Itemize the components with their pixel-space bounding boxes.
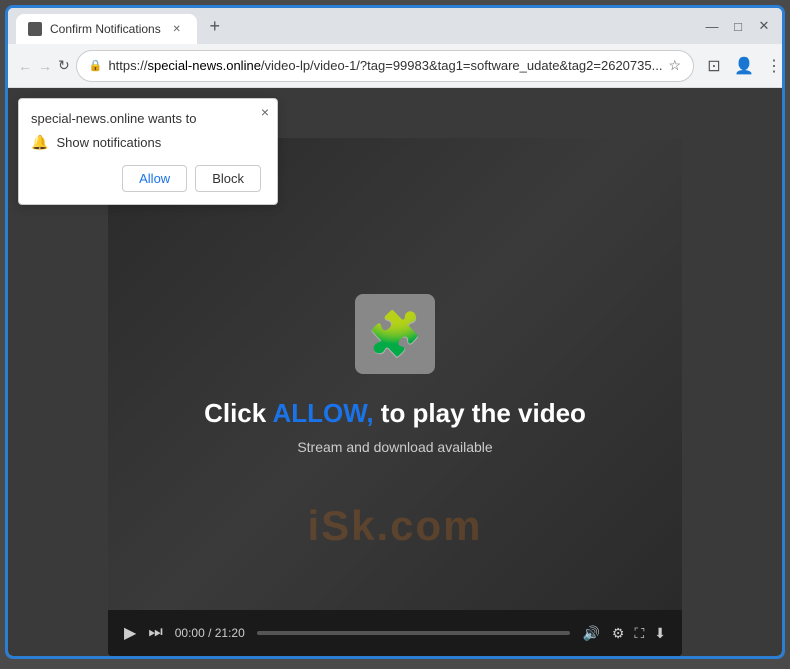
url-bar[interactable]: 🔒 https://special-news.online/video-lp/v… xyxy=(76,50,694,82)
url-domain: special-news.online xyxy=(147,58,260,73)
lock-icon: 🔒 xyxy=(89,59,103,72)
volume-button[interactable]: 🔊 xyxy=(582,625,599,642)
allow-button[interactable]: Allow xyxy=(122,165,187,192)
settings-button[interactable]: ⚙ xyxy=(612,625,625,642)
fullscreen-button[interactable]: ⛶ xyxy=(634,625,644,642)
puzzle-icon: 🧩 xyxy=(368,308,423,360)
video-watermark: iSk.com xyxy=(108,502,682,550)
close-window-button[interactable]: ✕ xyxy=(754,16,774,36)
new-tab-button[interactable]: + xyxy=(201,12,229,40)
notification-popup: × special-news.online wants to 🔔 Show no… xyxy=(18,98,278,205)
browser-window: Confirm Notifications ✕ + — □ ✕ ← → ↻ 🔒 … xyxy=(5,5,785,659)
minimize-button[interactable]: — xyxy=(702,16,722,36)
video-controls: ▶ ⏭ 00:00 / 21:20 🔊 ⚙ ⛶ ⬇ xyxy=(108,610,682,656)
url-protocol: https:// xyxy=(108,58,147,73)
maximize-button[interactable]: □ xyxy=(728,16,748,36)
video-subtitle: Stream and download available xyxy=(297,439,492,455)
video-main: iSk.com 🧩 Click ALLOW, to play the video… xyxy=(108,138,682,610)
back-button[interactable]: ← xyxy=(18,52,32,80)
menu-button[interactable]: ⋮ xyxy=(760,52,785,80)
account-button[interactable]: 👤 xyxy=(730,52,758,80)
headline-prefix: Click xyxy=(204,398,272,428)
popup-buttons: Allow Block xyxy=(31,165,261,192)
video-headline: Click ALLOW, to play the video xyxy=(204,398,586,429)
page-content: iSk.com × special-news.online wants to 🔔… xyxy=(8,88,782,656)
reload-button[interactable]: ↻ xyxy=(58,52,70,80)
title-bar: Confirm Notifications ✕ + — □ ✕ xyxy=(8,8,782,44)
progress-bar[interactable] xyxy=(257,631,571,635)
popup-title: special-news.online wants to xyxy=(31,111,261,126)
block-button[interactable]: Block xyxy=(195,165,261,192)
url-text: https://special-news.online/video-lp/vid… xyxy=(108,58,662,73)
url-path: /video-lp/video-1/?tag=99983&tag1=softwa… xyxy=(261,58,663,73)
address-right-buttons: ⊡ 👤 ⋮ xyxy=(700,52,785,80)
forward-button[interactable]: → xyxy=(38,52,52,80)
tab-title: Confirm Notifications xyxy=(50,22,161,36)
active-tab[interactable]: Confirm Notifications ✕ xyxy=(16,14,197,44)
extensions-button[interactable]: ⊡ xyxy=(700,52,728,80)
right-controls: ⚙ ⛶ ⬇ xyxy=(612,625,666,642)
puzzle-icon-wrapper: 🧩 xyxy=(355,294,435,374)
download-button[interactable]: ⬇ xyxy=(654,625,666,642)
popup-close-button[interactable]: × xyxy=(261,105,269,119)
video-container: iSk.com 🧩 Click ALLOW, to play the video… xyxy=(108,138,682,656)
tab-favicon xyxy=(28,22,42,36)
notification-row: 🔔 Show notifications xyxy=(31,134,261,151)
tab-close-button[interactable]: ✕ xyxy=(169,21,185,37)
bookmark-star-icon[interactable]: ☆ xyxy=(668,57,681,74)
address-bar: ← → ↻ 🔒 https://special-news.online/vide… xyxy=(8,44,782,88)
play-button[interactable]: ▶ xyxy=(124,623,136,643)
tab-strip: Confirm Notifications ✕ + xyxy=(16,8,702,44)
headline-suffix: to play the video xyxy=(374,398,586,428)
window-controls: — □ ✕ xyxy=(702,16,774,36)
notification-label: Show notifications xyxy=(56,135,161,150)
headline-allow: ALLOW, xyxy=(272,398,373,428)
time-display: 00:00 / 21:20 xyxy=(175,626,245,640)
skip-button[interactable]: ⏭ xyxy=(148,624,162,642)
bell-icon: 🔔 xyxy=(31,134,48,151)
